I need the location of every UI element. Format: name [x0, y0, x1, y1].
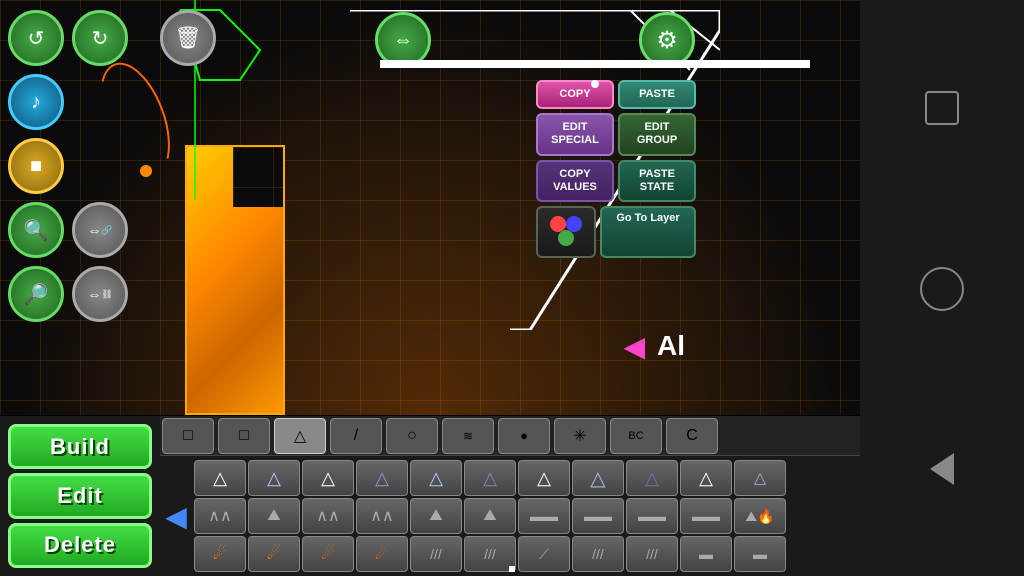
object-row-3: ☄ ☄ ☄ ☄ /// /// ⟋ /// /// ▬ ▬ [194, 536, 890, 572]
copy-button[interactable]: Copy [536, 80, 614, 109]
obj-cell-0-8[interactable]: △ [626, 460, 678, 496]
obj-cell-2-8[interactable]: /// [626, 536, 678, 572]
go-to-layer-button[interactable]: Go To Layer [600, 206, 696, 258]
music-button[interactable]: ♪ [8, 74, 64, 130]
left-toolbar-2: ↻ ⇔🔗 ⇔⛓ [72, 10, 128, 322]
bottom-indicator [509, 566, 515, 572]
copy-values-button[interactable]: Copy Values [536, 160, 614, 202]
obj-cell-2-9[interactable]: ▬ [680, 536, 732, 572]
object-grid-container: ◀ △ △ △ △ △ △ △ △ △ △ △ ∧∧ [160, 456, 924, 576]
obj-tab-9[interactable]: C [666, 418, 718, 454]
obj-cell-0-3[interactable]: △ [356, 460, 408, 496]
obj-cell-0-4[interactable]: △ [410, 460, 462, 496]
obj-tab-2[interactable]: △ [274, 418, 326, 454]
obj-cell-0-2[interactable]: △ [302, 460, 354, 496]
obj-cell-1-6[interactable]: ▬▬ [518, 498, 570, 534]
obj-tab-6[interactable]: ● [498, 418, 550, 454]
obj-cell-1-10[interactable]: ⛰🔥 [734, 498, 786, 534]
object-grid: △ △ △ △ △ △ △ △ △ △ △ ∧∧ ⛰ ∧∧ ∧∧ [192, 458, 892, 574]
obj-cell-2-3[interactable]: ☄ [356, 536, 408, 572]
copy-values-row: Copy Values Paste State [536, 160, 696, 202]
object-row-2: ∧∧ ⛰ ∧∧ ∧∧ ⛰ ⛰ ▬▬ ▬▬ ▬▬ ▬▬ ⛰🔥 [194, 498, 890, 534]
game-canvas: ↺ ♪ ■ 🔍 🔎 ↻ ⇔🔗 ⇔⛓ 🗑 ⇔ ⚙ Copy Paste Edit … [0, 0, 860, 415]
object-tabs: □ □ △ / ○ ≋ ● ✳ BC C [160, 416, 924, 456]
obj-cell-0-9[interactable]: △ [680, 460, 732, 496]
obj-cell-0-6[interactable]: △ [518, 460, 570, 496]
obj-cell-1-0[interactable]: ∧∧ [194, 498, 246, 534]
obj-cell-2-10[interactable]: ▬ [734, 536, 786, 572]
obj-tab-0[interactable]: □ [162, 418, 214, 454]
link-button[interactable]: ⇔🔗 [72, 202, 128, 258]
phone-back-button[interactable] [930, 453, 954, 485]
obj-cell-2-0[interactable]: ☄ [194, 536, 246, 572]
obj-cell-1-1[interactable]: ⛰ [248, 498, 300, 534]
left-toolbar: ↺ ♪ ■ 🔍 🔎 [8, 10, 64, 322]
paste-button[interactable]: Paste [618, 80, 696, 109]
obj-cell-1-4[interactable]: ⛰ [410, 498, 462, 534]
obj-cell-2-6[interactable]: ⟋ [518, 536, 570, 572]
timeline[interactable] [380, 60, 810, 68]
obj-tab-7[interactable]: ✳ [554, 418, 606, 454]
edit-button[interactable]: Edit [8, 473, 152, 518]
obj-cell-0-7[interactable]: △ [572, 460, 624, 496]
obj-tab-1[interactable]: □ [218, 418, 270, 454]
al-text: Al [657, 330, 685, 362]
obj-cell-0-1[interactable]: △ [248, 460, 300, 496]
progress-dot [591, 80, 599, 88]
obj-cell-2-1[interactable]: ☄ [248, 536, 300, 572]
obj-cell-1-8[interactable]: ▬▬ [626, 498, 678, 534]
edit-row: Edit Special Edit Group [536, 113, 696, 155]
obj-cell-2-4[interactable]: /// [410, 536, 462, 572]
phone-circle-button[interactable] [920, 267, 964, 311]
stop-button[interactable]: ■ [8, 138, 64, 194]
paste-state-button[interactable]: Paste State [618, 160, 696, 202]
obj-cell-2-7[interactable]: /// [572, 536, 624, 572]
undo-button[interactable]: ↺ [8, 10, 64, 66]
build-button[interactable]: Build [8, 424, 152, 469]
obj-cell-1-2[interactable]: ∧∧ [302, 498, 354, 534]
phone-square-button[interactable] [925, 91, 959, 125]
object-area: □ □ △ / ○ ≋ ● ✳ BC C ◀ △ △ △ △ △ △ [160, 416, 924, 576]
zoom-in-button[interactable]: 🔍 [8, 202, 64, 258]
delete-toolbar-button[interactable]: 🗑 [160, 10, 216, 66]
orange-ball [140, 165, 152, 177]
left-buttons: Build Edit Delete [0, 416, 160, 576]
obj-tab-3[interactable]: / [330, 418, 382, 454]
pillar-notch [233, 147, 283, 207]
obj-cell-2-2[interactable]: ☄ [302, 536, 354, 572]
copy-paste-row: Copy Paste [536, 80, 696, 109]
edit-group-button[interactable]: Edit Group [618, 113, 696, 155]
delete-main-button[interactable]: Delete [8, 523, 152, 568]
obj-cell-0-0[interactable]: △ [194, 460, 246, 496]
pink-arrow: ◀ [623, 330, 645, 363]
zoom-out-button[interactable]: 🔎 [8, 266, 64, 322]
edit-special-button[interactable]: Edit Special [536, 113, 614, 155]
phone-chrome [860, 0, 1024, 576]
obj-cell-1-9[interactable]: ▬▬ [680, 498, 732, 534]
link2-button[interactable]: ⇔⛓ [72, 266, 128, 322]
nav-left-button[interactable]: ◀ [160, 456, 192, 576]
obj-cell-0-5[interactable]: △ [464, 460, 516, 496]
obj-tab-4[interactable]: ○ [386, 418, 438, 454]
obj-tab-5[interactable]: ≋ [442, 418, 494, 454]
obj-cell-1-7[interactable]: ▬▬ [572, 498, 624, 534]
right-panel: Copy Paste Edit Special Edit Group Copy … [536, 80, 696, 258]
obj-tab-8[interactable]: BC [610, 418, 662, 454]
layer-row: Go To Layer [536, 206, 696, 258]
redo-button[interactable]: ↻ [72, 10, 128, 66]
obj-cell-1-5[interactable]: ⛰ [464, 498, 516, 534]
obj-cell-0-10[interactable]: △ [734, 460, 786, 496]
object-row-1: △ △ △ △ △ △ △ △ △ △ △ [194, 460, 890, 496]
gold-pillar [185, 145, 285, 415]
color-dots-button[interactable] [536, 206, 596, 258]
obj-cell-1-3[interactable]: ∧∧ [356, 498, 408, 534]
